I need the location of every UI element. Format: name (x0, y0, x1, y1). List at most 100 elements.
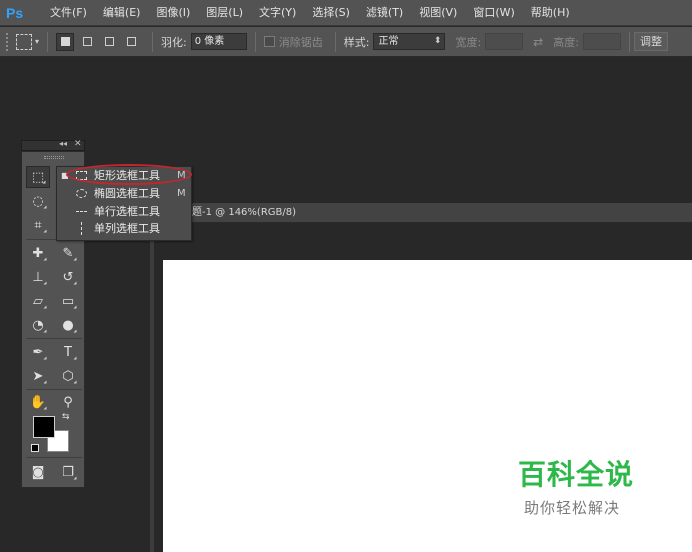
path-selection-tool[interactable]: ➤ (26, 365, 50, 387)
marquee-tool-flyout: ■ 矩形选框工具 M 椭圆选框工具 M 单行选框工具 单列选框工具 (56, 166, 192, 241)
watermark-subtitle: 助你轻松解决 (524, 499, 621, 517)
menu-view[interactable]: 视图(V) (411, 0, 465, 26)
antialias-label: 消除锯齿 (278, 35, 323, 49)
flyout-item-ellipse-marquee[interactable]: 椭圆选框工具 M (57, 185, 191, 202)
default-colors-icon[interactable] (31, 444, 39, 452)
flyout-item-single-column-marquee[interactable]: 单列选框工具 (57, 220, 191, 237)
new-selection-icon (60, 37, 70, 46)
divider (47, 31, 49, 52)
add-to-selection-button[interactable] (78, 33, 96, 51)
divider (334, 31, 336, 52)
menu-file[interactable]: 文件(F) (42, 0, 95, 26)
menu-layer[interactable]: 图层(L) (198, 0, 251, 26)
menu-type[interactable]: 文字(Y) (251, 0, 304, 26)
gradient-tool[interactable]: ▭ (56, 290, 80, 312)
divider (628, 31, 630, 52)
lasso-tool[interactable]: ◌ (26, 190, 50, 212)
ellipse-marquee-icon (76, 189, 87, 198)
shape-tool-icon: ⬡ (62, 368, 74, 384)
gradient-tool-icon: ▭ (61, 293, 75, 309)
options-bar: ▾ 羽化: 0 像素 消除锯齿 样式: 正常 宽度: ⇄ 高度: 调整 (0, 27, 692, 57)
refine-edge-button[interactable]: 调整 (633, 32, 668, 51)
add-selection-icon (82, 37, 92, 46)
stamp-tool-icon: ⊥ (32, 269, 44, 285)
tools-divider (26, 389, 82, 390)
marquee-tool[interactable]: ⬚ (26, 166, 50, 188)
width-input[interactable] (485, 33, 524, 50)
watermark-title: 百科全说 (518, 458, 635, 491)
menu-edit[interactable]: 编辑(E) (95, 0, 149, 26)
hand-tool-icon: ✋ (29, 394, 47, 410)
height-label: 高度: (553, 35, 579, 49)
swap-dimensions-icon[interactable]: ⇄ (533, 35, 543, 49)
chevron-down-icon[interactable]: ▾ (35, 37, 39, 46)
blur-tool[interactable]: ◔ (26, 314, 50, 336)
stamp-tool[interactable]: ⊥ (26, 266, 50, 288)
document-border (150, 224, 154, 552)
tools-panel-header[interactable]: ◂◂ ✕ (21, 139, 85, 151)
flyout-item-label: 单列选框工具 (94, 222, 160, 235)
zoom-tool[interactable]: ⚲ (56, 391, 80, 413)
width-label: 宽度: (455, 35, 482, 49)
height-input[interactable] (582, 33, 621, 50)
history-brush-icon: ↺ (62, 269, 74, 285)
lasso-tool-icon: ◌ (32, 193, 44, 209)
screen-mode-icon: ❐ (62, 464, 74, 480)
collapse-icon[interactable]: ◂◂ (59, 139, 67, 148)
tools-divider (26, 457, 82, 458)
intersect-selection-icon (126, 37, 136, 46)
feather-label: 羽化: (161, 35, 187, 49)
rect-marquee-icon (76, 171, 87, 180)
flyout-item-shortcut: M (177, 188, 186, 199)
healing-brush-icon: ✚ (32, 245, 44, 261)
menu-help[interactable]: 帮助(H) (523, 0, 578, 26)
quick-mask-button[interactable]: ◙ (26, 461, 50, 483)
tools-panel-grip[interactable] (44, 156, 64, 159)
flyout-item-rect-marquee[interactable]: ■ 矩形选框工具 M (57, 167, 191, 184)
feather-input[interactable]: 0 像素 (190, 33, 247, 50)
crop-tool[interactable]: ⌗ (26, 214, 50, 236)
history-brush-tool[interactable]: ↺ (56, 266, 80, 288)
eraser-tool[interactable]: ▱ (26, 290, 50, 312)
swap-colors-icon[interactable]: ⇆ (62, 412, 70, 422)
single-row-marquee-icon (76, 211, 87, 212)
menu-filter[interactable]: 滤镜(T) (358, 0, 411, 26)
eraser-tool-icon: ▱ (33, 293, 43, 309)
menu-window[interactable]: 窗口(W) (465, 0, 522, 26)
brush-tool-icon: ✎ (62, 245, 74, 261)
flyout-item-single-row-marquee[interactable]: 单行选框工具 (57, 203, 191, 220)
document-tab-title[interactable]: 题-1 @ 146%(RGB/8) (192, 203, 296, 223)
healing-brush-tool[interactable]: ✚ (26, 242, 50, 264)
screen-mode-button[interactable]: ❐ (56, 461, 80, 483)
quick-mask-icon: ◙ (31, 464, 45, 480)
divider (152, 31, 154, 52)
type-tool[interactable]: T (56, 341, 80, 363)
flyout-item-label: 矩形选框工具 (94, 169, 160, 182)
blur-tool-icon: ◔ (32, 317, 44, 333)
flyout-item-label: 单行选框工具 (94, 205, 160, 218)
brush-tool[interactable]: ✎ (56, 242, 80, 264)
menu-select[interactable]: 选择(S) (304, 0, 358, 26)
menu-bar: Ps 文件(F) 编辑(E) 图像(I) 图层(L) 文字(Y) 选择(S) 滤… (0, 0, 692, 26)
foreground-color-swatch[interactable] (33, 416, 55, 438)
photoshop-logo: Ps (6, 4, 24, 21)
single-column-marquee-icon (81, 222, 82, 235)
pen-tool[interactable]: ✒ (26, 341, 50, 363)
zoom-tool-icon: ⚲ (63, 394, 73, 410)
type-tool-icon: T (64, 344, 72, 360)
hand-tool[interactable]: ✋ (26, 391, 50, 413)
active-bullet-icon: ■ (61, 171, 69, 180)
new-selection-button[interactable] (56, 32, 75, 51)
antialias-checkbox[interactable] (263, 36, 275, 47)
options-bar-grip[interactable] (6, 32, 10, 51)
dodge-tool[interactable]: ● (56, 314, 80, 336)
divider (254, 31, 256, 52)
close-icon[interactable]: ✕ (74, 139, 82, 149)
subtract-selection-icon (104, 37, 114, 46)
style-select[interactable]: 正常 (373, 33, 446, 50)
menu-image[interactable]: 图像(I) (148, 0, 198, 26)
tool-preset-picker[interactable] (16, 33, 32, 50)
subtract-from-selection-button[interactable] (100, 33, 118, 51)
intersect-selection-button[interactable] (122, 33, 140, 51)
shape-tool[interactable]: ⬡ (56, 365, 80, 387)
